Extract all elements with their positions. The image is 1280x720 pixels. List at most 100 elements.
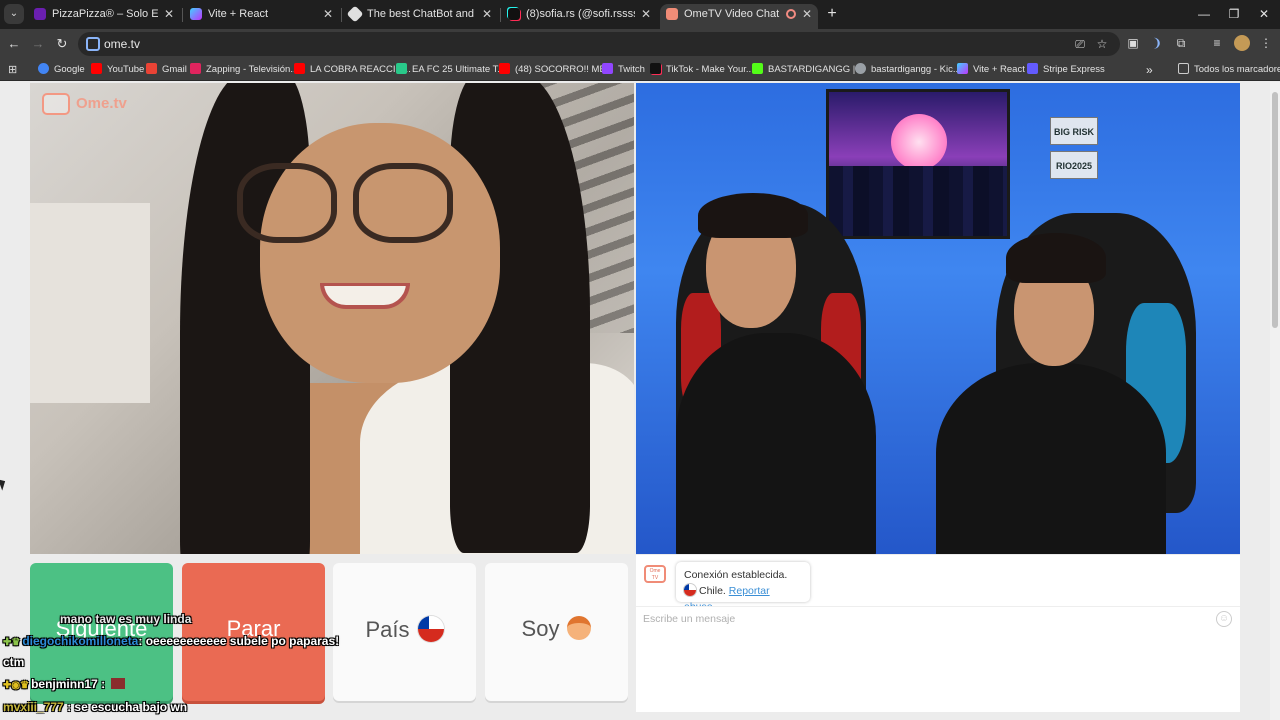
install-app-icon[interactable]: ⎚	[1072, 36, 1088, 52]
bookmark-gmail[interactable]: Gmail	[146, 62, 187, 78]
emoji-smile-icon[interactable]: ☺	[1216, 611, 1232, 627]
bookmark-twitch[interactable]: Twitch	[602, 62, 645, 78]
site-info-icon[interactable]	[86, 37, 100, 51]
close-tab-icon[interactable]: ✕	[641, 4, 651, 24]
tab-pizzapizza[interactable]: PizzaPizza® – Solo Entregamos ✕	[28, 4, 180, 29]
youtube-icon	[499, 63, 510, 74]
close-tab-icon[interactable]: ✕	[482, 4, 492, 24]
overlay-chat-text: ctm	[3, 655, 25, 669]
tab-title: PizzaPizza® – Solo Entregamos	[52, 8, 158, 20]
vite-icon	[957, 63, 968, 74]
self-video: BIG RISK RIO2025	[636, 83, 1240, 554]
close-tab-icon[interactable]: ✕	[164, 4, 174, 24]
profile-avatar[interactable]	[1234, 35, 1250, 51]
reload-icon[interactable]: ↻	[52, 34, 72, 54]
all-bookmarks-folder[interactable]: Todos los marcadores	[1178, 62, 1280, 78]
tab-title: OmeTV Video Chat — Ome	[684, 8, 782, 20]
twitch-icon	[602, 63, 613, 74]
stripe-icon	[1027, 63, 1038, 74]
poster-skyline	[829, 166, 1007, 236]
youtube-icon	[91, 63, 102, 74]
gender-select-button[interactable]: Soy	[485, 563, 628, 701]
restore-icon[interactable]: ❐	[1219, 4, 1249, 24]
close-tab-icon[interactable]: ✕	[802, 4, 812, 24]
kick-icon	[752, 63, 763, 74]
close-window-icon[interactable]: ✕	[1249, 4, 1279, 24]
bookmark-label: Twitch	[618, 64, 645, 75]
gmail-icon	[146, 63, 157, 74]
tab-ometv[interactable]: OmeTV Video Chat — Ome ✕	[660, 4, 818, 29]
bookmark-label: Todos los marcadores	[1194, 64, 1280, 75]
back-arrow-icon[interactable]: ←	[4, 34, 24, 54]
overlay-chat-text: : oeeeeeeeeeee subele po paparas!	[138, 634, 340, 648]
tab-tiktok[interactable]: (8)sofia.rs (@sofi.rssss) | TikTok ✕	[502, 4, 657, 29]
audio-extension-icon[interactable]: ❩	[1149, 35, 1165, 51]
bookmark-ea-fc[interactable]: EA FC 25 Ultimate T...	[396, 62, 505, 78]
bookmark-bastardigangg-kick[interactable]: bastardigangg - Kic...	[855, 62, 961, 78]
bookmark-google[interactable]: Google	[38, 62, 85, 78]
bookmark-star-icon[interactable]: ☆	[1094, 36, 1110, 52]
background-wall	[30, 203, 150, 403]
country-button-label: País	[365, 617, 410, 642]
tab-separator	[182, 8, 183, 22]
bookmark-label: Gmail	[162, 64, 187, 75]
overlay-chat-text: : se escucha bajo wn	[67, 700, 188, 714]
tab-vite-react[interactable]: Vite + React ✕	[184, 4, 339, 29]
message-input-placeholder: Escribe un mensaje	[643, 613, 736, 625]
tab-search-button[interactable]: ⌄	[4, 4, 24, 24]
url-text[interactable]: ome.tv	[104, 32, 140, 56]
youtube-icon	[294, 63, 305, 74]
pizzapizza-favicon	[34, 8, 46, 20]
ometv-mini-logo-icon: Ome TV	[644, 565, 666, 583]
bookmark-label: Vite + React	[973, 64, 1025, 75]
ea-fc-icon	[396, 63, 407, 74]
overlay-chat-text: mano taw es muy linda	[60, 612, 192, 626]
bookmarks-overflow-chevron-icon[interactable]: »	[1146, 62, 1153, 78]
new-tab-button[interactable]: +	[822, 4, 842, 24]
address-bar[interactable]: ome.tv ⎚ ☆	[78, 32, 1120, 56]
chat-badges-icon: ✚◉♛	[3, 680, 30, 691]
video-person-left-body	[676, 333, 876, 554]
chat-badges-icon: ✚♛	[3, 637, 21, 648]
tab-title: Vite + React	[208, 8, 269, 20]
scrollbar-thumb[interactable]	[1272, 92, 1278, 328]
bookmark-label: Google	[54, 64, 85, 75]
bookmark-la-cobra[interactable]: LA COBRA REACCIO...	[294, 62, 411, 78]
media-controls-icon[interactable]: ≡	[1209, 35, 1225, 51]
media-icon[interactable]: ▣	[1125, 35, 1141, 51]
neon-city-poster	[826, 89, 1010, 239]
menu-kebab-icon[interactable]: ⋮	[1258, 35, 1274, 51]
page-scrollbar[interactable]	[1270, 82, 1280, 720]
bookmark-tiktok[interactable]: TikTok - Make Your...	[650, 62, 754, 78]
bookmarks-bar: ⊞ Google YouTube Gmail Zapping - Televis…	[0, 58, 1280, 81]
browser-toolbar: ← → ↻ ome.tv ⎚ ☆ ▣ ❩ ⧉ ≡ ⋮	[0, 29, 1280, 58]
tab-chatbot[interactable]: The best ChatBot and Widgets ✕	[343, 4, 498, 29]
bookmark-label: EA FC 25 Ultimate T...	[412, 64, 506, 75]
ometv-logo-text: Ome.tv	[76, 95, 127, 112]
folder-icon	[1178, 63, 1189, 74]
bookmark-label: Zapping - Televisión...	[206, 64, 299, 75]
chat-panel: Ome TV Conexión establecida. Chile. Repo…	[636, 555, 1240, 712]
bookmark-vite-react[interactable]: Vite + React	[957, 62, 1025, 78]
extensions-puzzle-icon[interactable]: ⧉	[1173, 35, 1189, 51]
close-tab-icon[interactable]: ✕	[323, 4, 333, 24]
chatbot-favicon	[346, 5, 364, 23]
system-message: Conexión establecida. Chile. Reportar ab…	[676, 562, 810, 613]
overlay-chat-line: ctm	[3, 655, 24, 669]
bookmark-youtube[interactable]: YouTube	[91, 62, 144, 78]
bookmark-socorro[interactable]: (48) SOCORRO!! ME...	[499, 62, 614, 78]
bookmark-zapping[interactable]: Zapping - Televisión...	[190, 62, 298, 78]
minimize-icon[interactable]: —	[1189, 4, 1219, 24]
apps-grid-icon[interactable]: ⊞	[8, 64, 20, 76]
stop-button[interactable]: Parar	[182, 563, 325, 701]
tab-separator	[341, 8, 342, 22]
boy-face-icon	[567, 616, 592, 640]
bookmark-bastardigangg[interactable]: BASTARDIGANGG |...	[752, 62, 863, 78]
recording-icon	[786, 9, 796, 19]
tab-title: (8)sofia.rs (@sofi.rssss) | TikTok	[526, 8, 635, 20]
forward-arrow-icon[interactable]: →	[28, 34, 48, 54]
overlay-chat-username: diegochikomilloneta	[22, 634, 139, 648]
bookmark-stripe-express[interactable]: Stripe Express	[1027, 62, 1105, 78]
message-input[interactable]: Escribe un mensaje ☺	[636, 606, 1240, 632]
country-filter-button[interactable]: País	[333, 563, 476, 701]
